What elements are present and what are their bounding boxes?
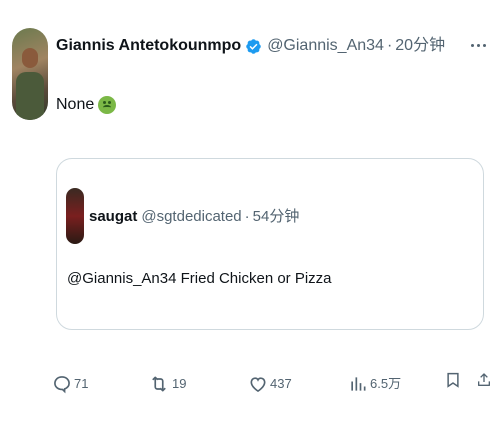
avatar-face: [22, 48, 38, 68]
tweet-actions-bar: 71 19 437 6.5万: [52, 370, 492, 398]
quoted-author-name[interactable]: saugat: [89, 207, 137, 227]
verified-badge-icon: [245, 38, 262, 55]
share-icon: [478, 373, 490, 386]
reply-button[interactable]: 71: [52, 370, 88, 398]
views-button[interactable]: 6.5万: [348, 370, 401, 398]
quoted-tweet-card[interactable]: saugat @sgtdedicated · 54分钟 @Giannis_An3…: [56, 158, 484, 330]
quoted-tweet-text: @Giannis_An34 Fried Chicken or Pizza: [67, 270, 332, 287]
separator-dot: ·: [386, 37, 393, 54]
reply-count: 71: [74, 376, 89, 391]
view-count: 6.5万: [370, 376, 402, 391]
share-button[interactable]: [476, 370, 492, 390]
avatar-body: [16, 72, 44, 120]
more-options-icon[interactable]: [471, 44, 486, 47]
retweet-icon: [152, 376, 166, 392]
heart-icon: [250, 377, 266, 393]
quoted-author-avatar[interactable]: [66, 188, 84, 244]
tweet-header: Giannis Antetokounmpo @Giannis_An34 · 20…: [56, 36, 460, 56]
tweet-text: None: [56, 94, 117, 116]
author-handle[interactable]: @Giannis_An34: [267, 36, 384, 56]
like-button[interactable]: 437: [248, 370, 292, 398]
author-avatar[interactable]: [12, 28, 48, 120]
nauseated-face-emoji-icon: [98, 96, 117, 114]
tweet-time[interactable]: 20分钟: [395, 36, 445, 56]
retweet-button[interactable]: 19: [148, 370, 186, 398]
bookmark-icon: [447, 372, 459, 388]
bookmark-button[interactable]: [444, 370, 462, 390]
quoted-author-handle[interactable]: @sgtdedicated: [141, 207, 241, 227]
views-chart-icon: [351, 377, 366, 391]
reply-icon: [54, 376, 70, 394]
quoted-tweet-header: saugat @sgtdedicated · 54分钟: [89, 207, 299, 227]
quoted-separator-dot: ·: [244, 208, 250, 225]
like-count: 437: [270, 376, 292, 391]
quoted-tweet-time[interactable]: 54分钟: [253, 207, 300, 227]
retweet-count: 19: [172, 376, 187, 391]
author-name[interactable]: Giannis Antetokounmpo: [56, 36, 241, 56]
tweet-text-content: None: [56, 96, 95, 113]
